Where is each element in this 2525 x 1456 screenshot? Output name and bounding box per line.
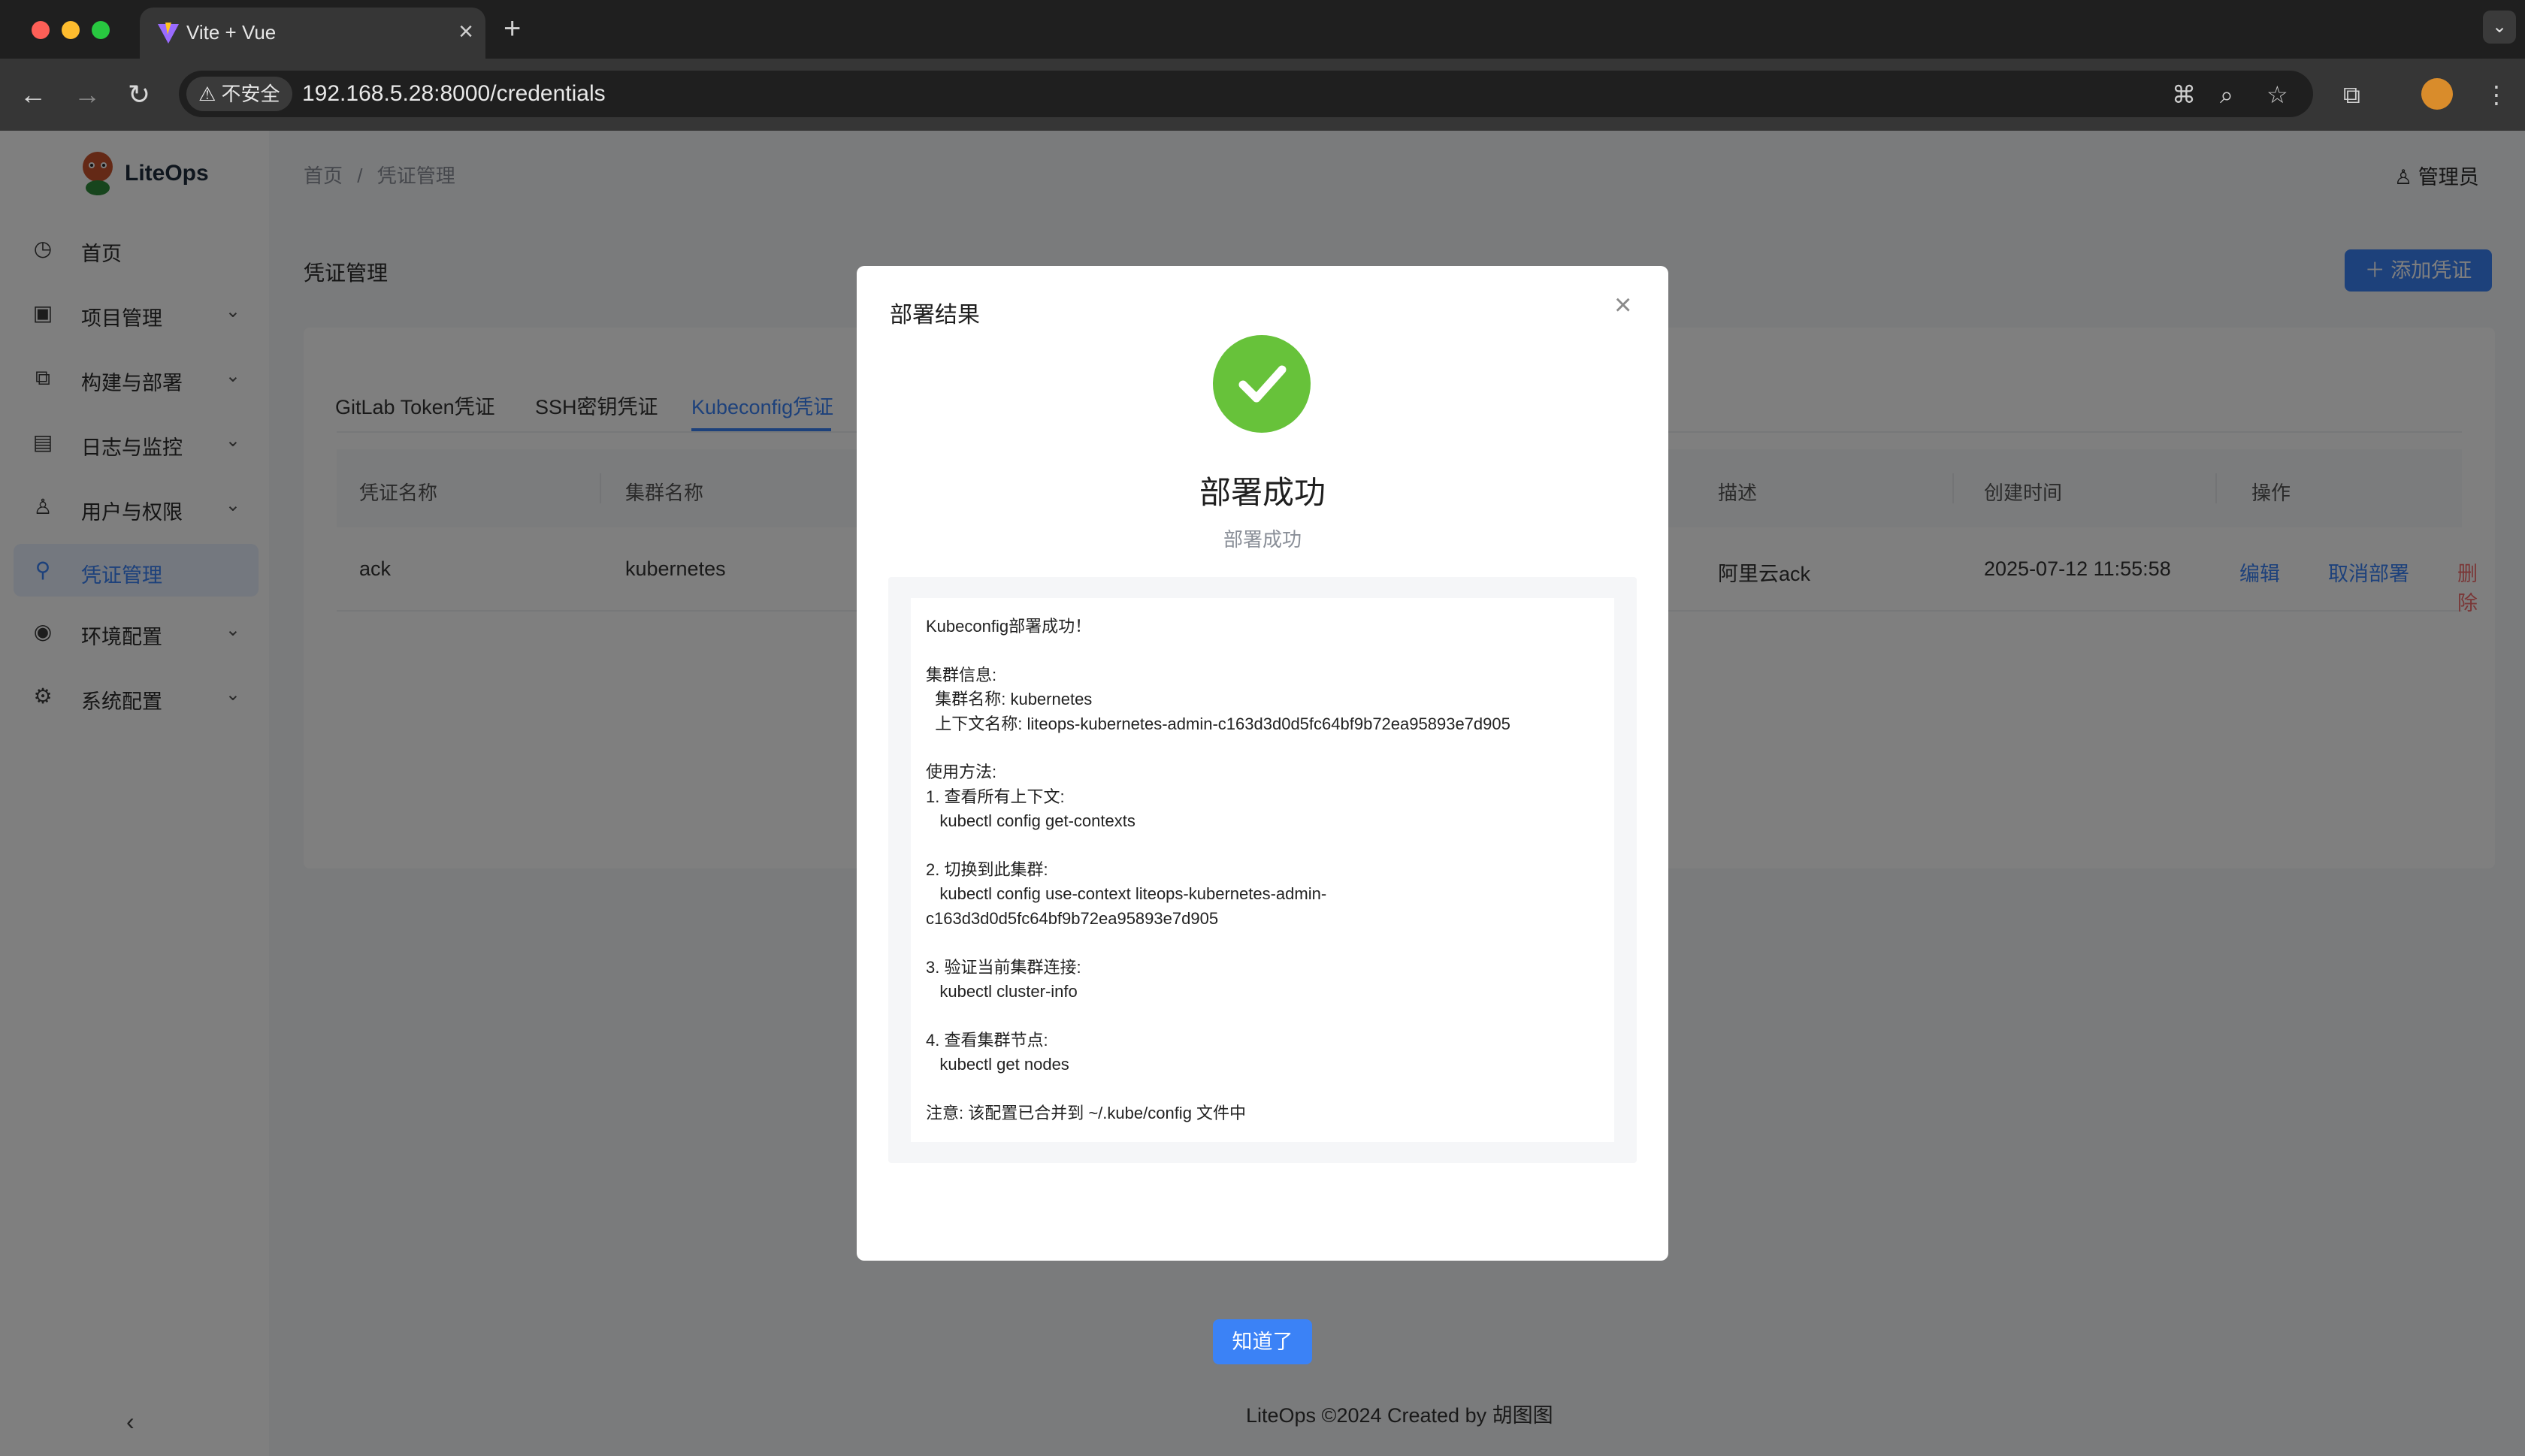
browser-toolbar: ← → ↻ ⚠ 不安全 192.168.5.28:8000/credential… (0, 59, 2525, 131)
translate-icon[interactable]: ⌘ (2172, 78, 2196, 111)
url-text[interactable]: 192.168.5.28:8000/credentials (302, 81, 606, 107)
new-tab-icon[interactable]: + (503, 12, 521, 45)
profile-avatar[interactable] (2421, 78, 2453, 110)
app-viewport: LiteOps ◷ 首页 ▣ 项目管理 ⌄ ⧉ 构建与部署 ⌄ ▤ 日志与监控 … (0, 131, 2525, 1456)
back-icon[interactable]: ← (20, 77, 47, 113)
browser-tab[interactable]: Vite + Vue × (140, 8, 485, 59)
zoom-icon[interactable]: ⌕ (2220, 78, 2233, 111)
result-detail-panel: Kubeconfig部署成功！ 集群信息: 集群名称: kubernetes 上… (888, 577, 1637, 1163)
browser-menu-icon[interactable]: ⋮ (2484, 78, 2508, 111)
extensions-icon[interactable]: ⧉ (2343, 78, 2360, 111)
bookmark-star-icon[interactable]: ☆ (2266, 78, 2288, 111)
tab-close-icon[interactable]: × (458, 17, 473, 47)
acknowledge-button[interactable]: 知道了 (1213, 1319, 1312, 1364)
window-minimize-button[interactable] (62, 21, 80, 39)
deploy-result-dialog: 部署结果 × 部署成功 部署成功 Kubeconfig部署成功！ 集群信息: 集… (857, 266, 1668, 1364)
dialog-title: 部署结果 (890, 303, 980, 328)
security-indicator[interactable]: ⚠ 不安全 (186, 77, 292, 111)
browser-tabstrip: Vite + Vue × + ⌄ (0, 0, 2525, 59)
window-maximize-button[interactable] (92, 21, 110, 39)
close-icon[interactable]: × (1614, 288, 1631, 322)
insecure-label: 不安全 (221, 83, 280, 105)
reload-icon[interactable]: ↻ (128, 77, 150, 113)
result-title: 部署成功 (1199, 475, 1326, 510)
address-bar[interactable]: ⚠ 不安全 192.168.5.28:8000/credentials (179, 71, 2313, 117)
tab-title: Vite + Vue (186, 21, 277, 44)
vite-favicon-icon (158, 23, 179, 44)
window-close-button[interactable] (32, 21, 50, 39)
result-subtitle: 部署成功 (1223, 528, 1302, 551)
result-detail-text: Kubeconfig部署成功！ 集群信息: 集群名称: kubernetes 上… (911, 598, 1614, 1142)
tab-search-chevron-icon[interactable]: ⌄ (2483, 11, 2516, 44)
forward-icon[interactable]: → (74, 77, 101, 113)
success-check-icon (1213, 335, 1311, 433)
